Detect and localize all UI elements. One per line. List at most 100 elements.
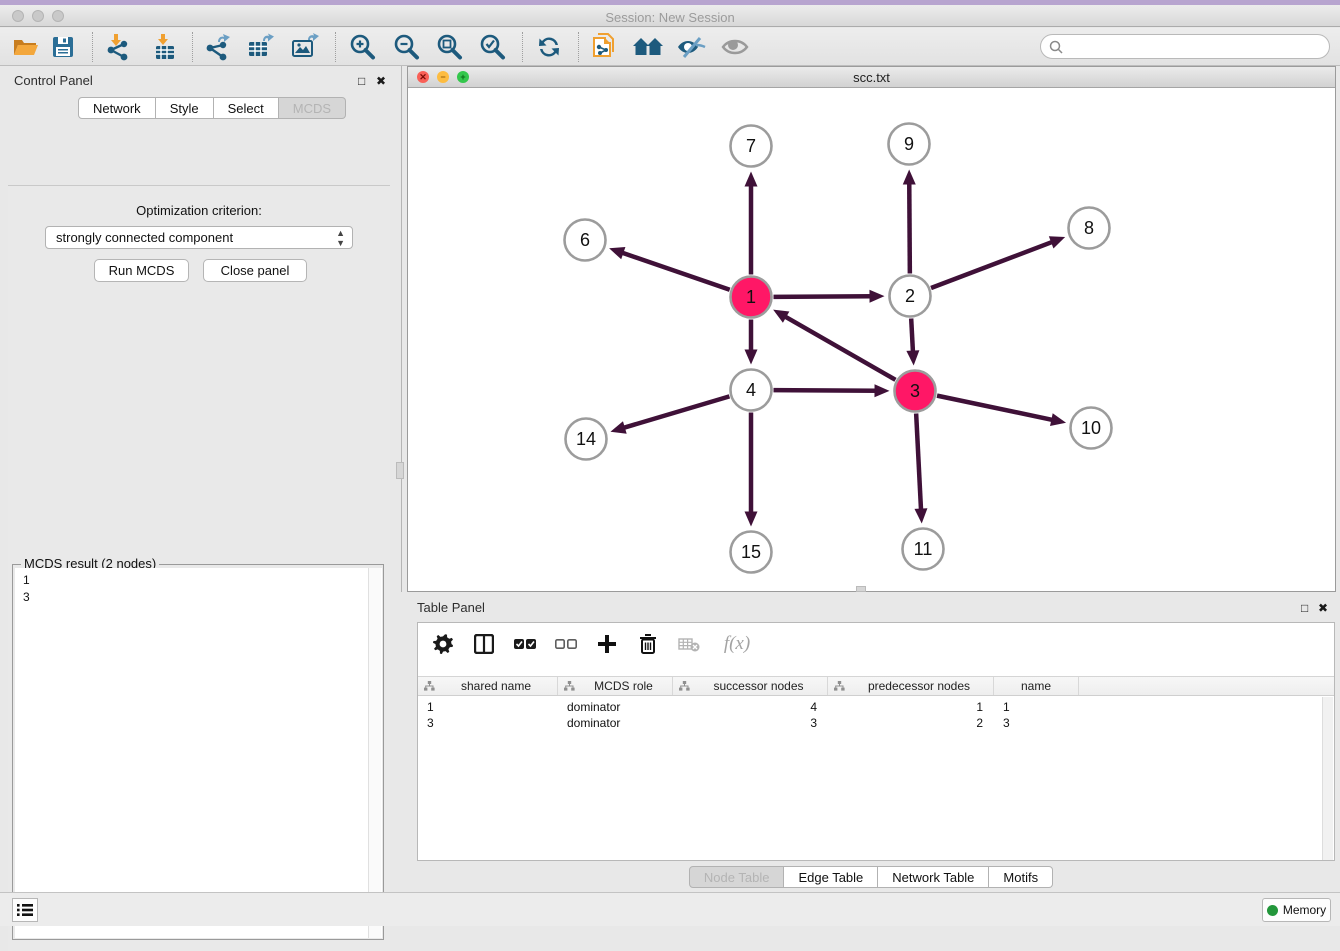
titlebar: Session: New Session: [0, 5, 1340, 27]
edge-4-3[interactable]: [773, 390, 877, 391]
edge-2-9[interactable]: [909, 181, 910, 273]
node-label: 10: [1081, 418, 1101, 438]
column-header-MCDS-role[interactable]: MCDS role: [558, 677, 673, 695]
close-table-panel-icon[interactable]: ✖: [1318, 601, 1328, 615]
table-cell[interactable]: 3: [673, 715, 828, 731]
graph-canvas[interactable]: 7968124314101511: [408, 88, 1335, 591]
node-label: 15: [741, 542, 761, 562]
tab-select[interactable]: Select: [214, 97, 279, 119]
zoom-out-icon[interactable]: [389, 32, 423, 62]
edge-3-1[interactable]: [784, 316, 896, 380]
import-table-icon[interactable]: [148, 32, 182, 62]
column-header-name[interactable]: name: [994, 677, 1079, 695]
vertical-splitter[interactable]: [401, 66, 402, 592]
export-table-icon[interactable]: [244, 32, 278, 62]
search-box[interactable]: [1040, 34, 1330, 59]
run-mcds-button[interactable]: Run MCDS: [94, 259, 189, 282]
edge-arrowhead: [1050, 413, 1066, 426]
delete-table-icon[interactable]: [676, 631, 702, 657]
select-all-icon[interactable]: [512, 631, 538, 657]
search-input[interactable]: [1068, 39, 1329, 54]
table-cell[interactable]: dominator: [558, 715, 673, 731]
table-panel: Table Panel □ ✖: [402, 592, 1340, 892]
close-panel-icon[interactable]: ✖: [376, 74, 386, 88]
table-scrollbar[interactable]: [1322, 697, 1333, 860]
tab-network-table[interactable]: Network Table: [878, 866, 989, 888]
network-view-window: ✕ − + scc.txt 7968124314101511: [407, 66, 1336, 592]
home-layout-icon[interactable]: [631, 32, 665, 62]
edge-arrowhead: [906, 350, 919, 365]
zoom-in-icon[interactable]: [345, 32, 379, 62]
edge-arrowhead: [745, 350, 758, 365]
zoom-fit-icon[interactable]: [432, 32, 466, 62]
table-row[interactable]: 3dominator323: [418, 715, 1334, 731]
network-window-titlebar[interactable]: ✕ − + scc.txt: [408, 67, 1335, 88]
tab-style[interactable]: Style: [156, 97, 214, 119]
hide-graphics-details-icon[interactable]: [674, 32, 708, 62]
control-panel-title: Control Panel: [14, 73, 93, 88]
edge-arrowhead: [609, 247, 625, 259]
mcds-result-text[interactable]: 1 3: [15, 568, 382, 938]
result-scrollbar[interactable]: [368, 568, 381, 938]
selected-criterion: strongly connected component: [56, 230, 233, 245]
add-row-icon[interactable]: [594, 631, 620, 657]
node-label: 14: [576, 429, 596, 449]
save-session-icon[interactable]: [46, 32, 80, 62]
table-cell[interactable]: dominator: [558, 699, 673, 715]
tab-network[interactable]: Network: [78, 97, 156, 119]
table-cell[interactable]: 2: [828, 715, 994, 731]
edge-3-11[interactable]: [916, 413, 921, 511]
column-header-shared-name[interactable]: shared name: [418, 677, 558, 695]
tab-node-table[interactable]: Node Table: [689, 866, 785, 888]
edge-1-6[interactable]: [620, 252, 729, 290]
table-cell[interactable]: 1: [994, 699, 1079, 715]
node-label: 8: [1084, 218, 1094, 238]
table-cell[interactable]: 3: [994, 715, 1079, 731]
edge-3-10[interactable]: [937, 396, 1054, 421]
node-label: 11: [914, 539, 933, 559]
column-header-successor-nodes[interactable]: successor nodes: [673, 677, 828, 695]
table-cell[interactable]: 1: [418, 699, 558, 715]
import-network-icon[interactable]: [101, 32, 135, 62]
edge-2-3[interactable]: [911, 318, 913, 353]
delete-row-icon[interactable]: [635, 631, 661, 657]
network-view-title: scc.txt: [408, 70, 1335, 85]
node-label: 4: [746, 380, 756, 400]
table-settings-icon[interactable]: [430, 631, 456, 657]
tab-edge-table[interactable]: Edge Table: [784, 866, 878, 888]
table-tabs: Node Table Edge Table Network Table Moti…: [402, 866, 1340, 888]
show-columns-icon[interactable]: [471, 631, 497, 657]
node-label: 2: [905, 286, 915, 306]
zoom-selected-icon[interactable]: [475, 32, 509, 62]
edge-arrowhead: [914, 508, 927, 523]
window-title: Session: New Session: [0, 10, 1340, 25]
edge-4-14[interactable]: [622, 396, 729, 428]
export-image-icon[interactable]: [288, 32, 322, 62]
function-builder-icon[interactable]: f(x): [717, 631, 757, 657]
network-from-file-icon[interactable]: [588, 32, 622, 62]
float-panel-icon[interactable]: □: [358, 74, 365, 88]
table-cell[interactable]: 1: [828, 699, 994, 715]
table-row[interactable]: 1dominator411: [418, 699, 1334, 715]
tab-mcds[interactable]: MCDS: [279, 97, 346, 119]
vertical-splitter-grip[interactable]: [396, 462, 404, 479]
memory-button[interactable]: Memory: [1262, 898, 1331, 922]
table-header-row[interactable]: shared nameMCDS rolesuccessor nodesprede…: [418, 676, 1334, 696]
open-session-icon[interactable]: [8, 32, 42, 62]
table-cell[interactable]: 4: [673, 699, 828, 715]
edge-2-8[interactable]: [931, 241, 1054, 288]
optimization-criterion-select[interactable]: strongly connected component ▲▼: [45, 226, 353, 249]
toolbar-separator: [522, 32, 523, 62]
export-network-icon[interactable]: [201, 32, 235, 62]
refresh-network-view-icon[interactable]: [532, 32, 566, 62]
column-header-predecessor-nodes[interactable]: predecessor nodes: [828, 677, 994, 695]
select-stepper-icon: ▲▼: [336, 228, 345, 248]
close-panel-button[interactable]: Close panel: [203, 259, 307, 282]
deselect-all-icon[interactable]: [553, 631, 579, 657]
tab-motifs[interactable]: Motifs: [989, 866, 1053, 888]
show-graphics-details-icon[interactable]: [718, 32, 752, 62]
table-cell[interactable]: 3: [418, 715, 558, 731]
edge-1-2[interactable]: [773, 296, 872, 297]
float-table-panel-icon[interactable]: □: [1301, 601, 1308, 615]
task-history-button[interactable]: [12, 898, 38, 922]
